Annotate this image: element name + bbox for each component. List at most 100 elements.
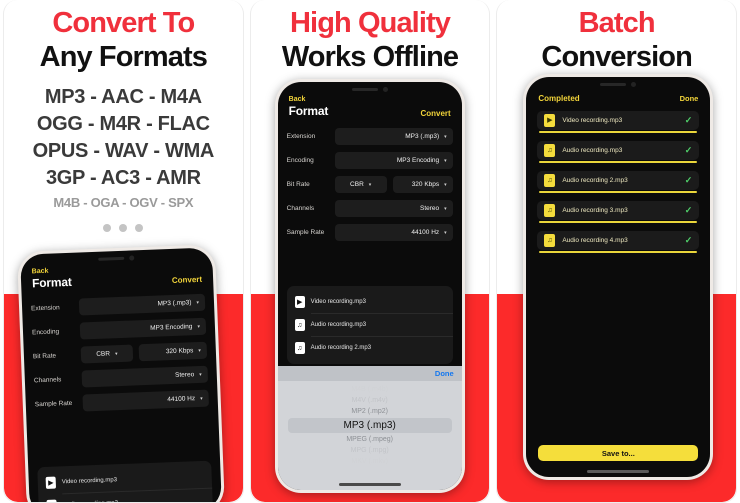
audio-file-icon: ♫ [544, 144, 556, 157]
phone-mockup-2: Back Format Convert Extension MP3 (.mp3)… [274, 79, 465, 493]
table-row[interactable]: ♫ Audio recording 2.mp3 ✓ [537, 171, 700, 193]
picker-toolbar: Done [277, 366, 462, 381]
list-item[interactable]: ♫ Audio recording 2.mp3 [287, 337, 453, 359]
file-name: Audio recording 2.mp3 [562, 177, 628, 184]
format-settings-form: Extension MP3 (.mp3) ▾ Encoding MP3 Enco… [278, 124, 462, 241]
check-icon: ✓ [684, 235, 693, 245]
picker-option[interactable]: MKV (.mkv) [278, 456, 462, 467]
picker-option[interactable]: M4V (.m4v) [278, 395, 462, 406]
file-name: Audio recording.mp3 [310, 322, 367, 328]
selected-files-card: ▶ Video recording.mp3 ♫ Audio recording.… [37, 460, 214, 502]
page-dot[interactable] [135, 224, 144, 232]
camera-icon [631, 82, 637, 87]
channels-select[interactable]: Stereo ▾ [334, 200, 453, 217]
chevron-down-icon: ▾ [444, 181, 447, 188]
file-name: Audio recording 2.mp3 [310, 345, 372, 351]
check-icon: ✓ [684, 205, 693, 215]
bitrate-mode-select[interactable]: CBR ▾ [80, 344, 134, 364]
field-value: 44100 Hz [167, 395, 196, 404]
headline-line-2: Conversion [541, 41, 692, 73]
picker-option[interactable]: MPG (.mpg) [278, 445, 462, 456]
field-encoding: Encoding MP3 Encoding ▾ [287, 152, 453, 169]
file-name: Video recording.mp3 [310, 299, 366, 305]
picker-option[interactable]: MPEG (.mpeg) [278, 434, 462, 445]
table-row[interactable]: ▶ Video recording.mp3 ✓ [537, 111, 700, 133]
field-value: CBR [350, 181, 364, 188]
file-name: Video recording.mp3 [562, 117, 623, 124]
samplerate-select[interactable]: 44100 Hz ▾ [82, 389, 210, 412]
file-name: Audio recording 3.mp3 [562, 207, 628, 214]
field-encoding: Encoding MP3 Encoding ▾ [31, 317, 207, 342]
format-row: MP3 - AAC - M4A [44, 86, 202, 108]
field-label: Bit Rate [286, 181, 310, 188]
video-file-icon: ▶ [544, 114, 556, 127]
page-title: Completed [538, 94, 580, 103]
encoding-select[interactable]: MP3 Encoding ▾ [79, 317, 207, 340]
page-dot[interactable] [103, 224, 112, 232]
selected-files-card: ▶ Video recording.mp3 ♫ Audio recording.… [286, 286, 453, 364]
page-title: Format [288, 104, 329, 118]
chevron-down-icon: ▾ [198, 347, 201, 354]
convert-button[interactable]: Convert [420, 109, 450, 118]
home-indicator [587, 470, 650, 473]
field-label: Extension [30, 304, 60, 313]
chevron-down-icon: ▾ [199, 371, 202, 378]
picker-option[interactable]: M4B (.m4b) [278, 384, 462, 395]
picker-option-selected[interactable]: MP3 (.mp3) [287, 418, 452, 433]
audio-file-icon: ♫ [294, 319, 305, 331]
encoding-select[interactable]: MP3 Encoding ▾ [334, 152, 453, 169]
table-row[interactable]: ♫ Audio recording 3.mp3 ✓ [537, 201, 700, 223]
field-channels: Channels Stereo ▾ [34, 365, 209, 390]
chevron-down-icon: ▾ [368, 181, 372, 188]
bitrate-value-select[interactable]: 320 Kbps ▾ [392, 176, 453, 193]
format-row: OGG - M4R - FLAC [36, 113, 210, 135]
bitrate-mode-select[interactable]: CBR ▾ [334, 176, 387, 193]
format-row: 3GP - AC3 - AMR [45, 167, 201, 189]
phone-screen-format: Back Format Convert Extension MP3 (.mp3)… [20, 247, 222, 502]
speaker-icon [98, 256, 125, 261]
channels-select[interactable]: Stereo ▾ [81, 365, 209, 388]
done-button[interactable]: Done [680, 94, 699, 103]
supported-formats-list: MP3 - AAC - M4A OGG - M4R - FLAC OPUS - … [4, 84, 243, 232]
progress-bar [539, 221, 698, 223]
page-dots-indicator[interactable] [4, 224, 243, 232]
picker-done-button[interactable]: Done [435, 369, 454, 378]
list-item[interactable]: ▶ Video recording.mp3 [287, 291, 453, 313]
bitrate-value-select[interactable]: 320 Kbps ▾ [138, 341, 208, 362]
page-title: Format [31, 274, 72, 291]
chevron-down-icon: ▾ [444, 229, 447, 236]
convert-button[interactable]: Convert [172, 275, 203, 285]
picker-option[interactable]: MP2 (.mp2) [278, 406, 462, 417]
camera-icon [382, 87, 388, 92]
file-name: Video recording.mp3 [61, 477, 118, 486]
speaker-icon [600, 83, 627, 86]
chevron-down-icon: ▾ [444, 133, 447, 140]
field-sample-rate: Sample Rate 44100 Hz ▾ [34, 389, 210, 414]
progress-bar [539, 191, 698, 193]
headline-line-2: Any Formats [39, 41, 208, 73]
samplerate-select[interactable]: 44100 Hz ▾ [334, 224, 453, 241]
extension-select[interactable]: MP3 (.mp3) ▾ [334, 128, 453, 145]
list-item[interactable]: ♫ Audio recording.mp3 [287, 314, 453, 336]
page-dot[interactable] [119, 224, 128, 232]
chevron-down-icon: ▾ [444, 205, 447, 212]
audio-file-icon: ♫ [46, 499, 57, 502]
field-channels: Channels Stereo ▾ [287, 200, 453, 217]
extension-select[interactable]: MP3 (.mp3) ▾ [78, 293, 206, 316]
speaker-icon [351, 88, 378, 91]
audio-file-icon: ♫ [294, 342, 305, 354]
format-row: OPUS - WAV - WMA [32, 140, 215, 162]
chevron-down-icon: ▾ [196, 299, 200, 306]
video-file-icon: ▶ [45, 476, 57, 489]
conversion-task-list: ▶ Video recording.mp3 ✓ ♫ Audio recordin… [526, 111, 710, 253]
save-to-button[interactable]: Save to... [538, 445, 699, 461]
table-row[interactable]: ♫ Audio recording 4.mp3 ✓ [537, 231, 700, 253]
back-button[interactable]: Back [289, 96, 451, 103]
format-picker-wheel[interactable]: M4B (.m4b) M4V (.m4v) MP2 (.mp2) MP3 (.m… [278, 381, 462, 473]
field-label: Encoding [31, 328, 60, 337]
field-value: MP3 (.mp3) [405, 133, 440, 140]
headline-line-1: High Quality [290, 7, 451, 39]
app-store-screenshot-gallery: Convert To Any Formats MP3 - AAC - M4A O… [0, 0, 740, 503]
panel-1-headline: Convert To Any Formats [4, 0, 243, 74]
table-row[interactable]: ♫ Audio recording.mp3 ✓ [537, 141, 700, 163]
